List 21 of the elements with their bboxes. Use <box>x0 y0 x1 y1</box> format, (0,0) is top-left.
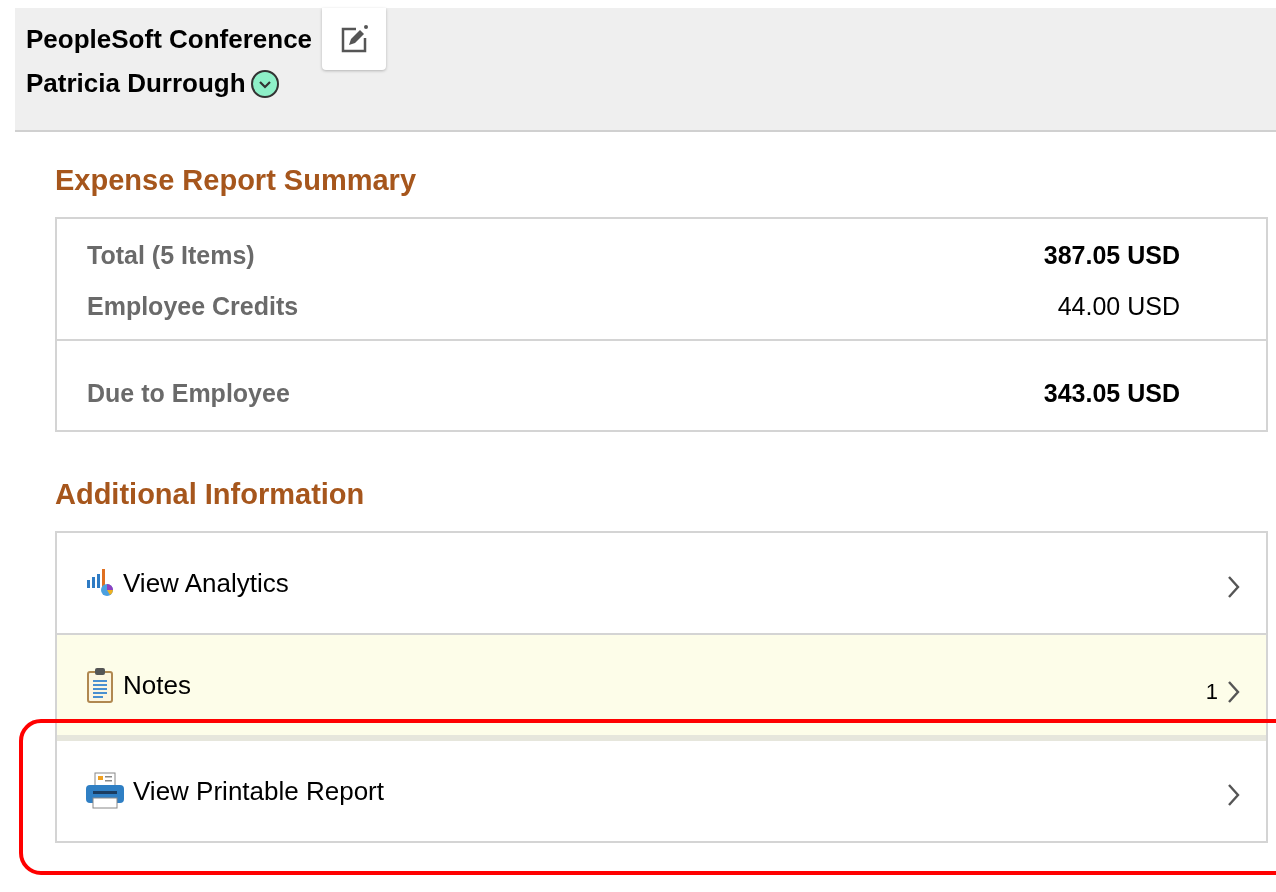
edit-button[interactable] <box>322 8 387 70</box>
chevron-right-icon <box>1226 679 1242 705</box>
section-title: Expense Report Summary <box>55 164 417 197</box>
summary-value: 44.00 USD <box>1057 292 1180 321</box>
report-title: PeopleSoft Conference <box>26 24 313 55</box>
chevron-right-icon <box>1226 574 1242 600</box>
chart-icon <box>85 568 115 598</box>
item-count: 1 <box>1205 679 1218 705</box>
summary-value: 387.05 USD <box>1043 241 1180 270</box>
clipboard-icon <box>85 667 115 703</box>
printer-icon <box>85 772 125 810</box>
summary-label: Total (5 Items) <box>87 241 255 270</box>
list-item[interactable]: Notes 1 <box>57 635 1266 735</box>
summary-label: Employee Credits <box>87 292 299 321</box>
employee-name: Patricia Durrough <box>26 68 246 99</box>
chevron-right-icon <box>1226 782 1242 808</box>
employee-menu-button[interactable] <box>249 68 280 99</box>
chevron-down-icon <box>249 68 280 99</box>
summary-value: 343.05 USD <box>1043 379 1180 408</box>
summary-label: Due to Employee <box>87 379 290 408</box>
section-title: Additional Information <box>55 478 366 511</box>
